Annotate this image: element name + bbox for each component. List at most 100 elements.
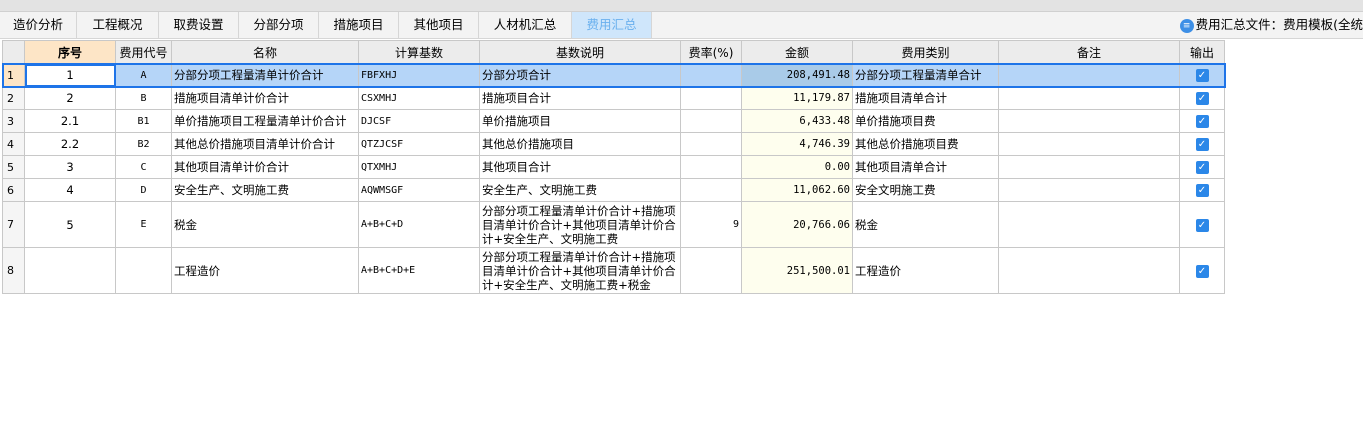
fee-code-cell[interactable]: C [115,155,172,179]
tab-measures[interactable]: 措施项目 [319,12,399,38]
calc-base-header[interactable]: 计算基数 [358,40,480,64]
fee-code-cell[interactable]: D [115,178,172,202]
tab-other-items[interactable]: 其他项目 [399,12,479,38]
table-row[interactable]: 7 5 E 税金 A+B+C+D 分部分项工程量清单计价合计+措施项目清单计价合计+其他项… [2,201,1225,248]
calc-base-cell[interactable]: DJCSF [358,109,480,133]
table-row[interactable]: 4 2.2 B2 其他总价措施项目清单计价合计 QTZJCSF 其他总价措施项目 4,746… [2,132,1225,156]
rate-cell[interactable] [680,155,742,179]
fee-code-cell[interactable]: A [115,63,172,87]
name-cell[interactable]: 安全生产、文明施工费 [171,178,359,202]
fee-code-cell[interactable]: B [115,86,172,110]
name-cell[interactable]: 其他总价措施项目清单计价合计 [171,132,359,156]
seq-cell[interactable]: 2.2 [24,132,116,156]
fee-category-cell[interactable]: 安全文明施工费 [852,178,999,202]
name-cell[interactable]: 措施项目清单计价合计 [171,86,359,110]
table-row[interactable]: 3 2.1 B1 单价措施项目工程量清单计价合计 DJCSF 单价措施项目 6,433.48… [2,109,1225,133]
output-cell[interactable]: ✓ [1179,109,1225,133]
note-cell[interactable] [998,247,1180,294]
tab-cost-analysis[interactable]: 造价分析 [0,12,77,38]
rate-cell[interactable] [680,132,742,156]
rate-cell[interactable]: 9 [680,201,742,248]
note-cell[interactable] [998,109,1180,133]
seq-cell[interactable]: 5 [24,201,116,248]
seq-cell[interactable]: 1 [24,63,116,87]
name-cell[interactable]: 分部分项工程量清单计价合计 [171,63,359,87]
fee-code-header[interactable]: 费用代号 [115,40,172,64]
rate-header[interactable]: 费率(%) [680,40,742,64]
output-checkbox[interactable]: ✓ [1195,218,1209,232]
base-desc-cell[interactable]: 其他项目合计 [479,155,681,179]
note-cell[interactable] [998,155,1180,179]
note-cell[interactable] [998,178,1180,202]
fee-category-cell[interactable]: 税金 [852,201,999,248]
rate-cell[interactable] [680,86,742,110]
base-desc-cell[interactable]: 措施项目合计 [479,86,681,110]
tab-sub-items[interactable]: 分部分项 [239,12,319,38]
output-cell[interactable]: ✓ [1179,201,1225,248]
row-number[interactable]: 1 [2,63,25,87]
fee-category-cell[interactable]: 工程造价 [852,247,999,294]
table-row[interactable]: 2 2 B 措施项目清单计价合计 CSXMHJ 措施项目合计 11,179.87 措施项目清单… [2,86,1225,110]
tab-fee-settings[interactable]: 取费设置 [159,12,239,38]
seq-cell[interactable] [24,247,116,294]
row-number[interactable]: 6 [2,178,25,202]
rate-cell[interactable] [680,247,742,294]
amount-cell[interactable]: 208,491.48 [741,63,853,87]
calc-base-cell[interactable]: FBFXHJ [358,63,480,87]
name-cell[interactable]: 税金 [171,201,359,248]
output-header[interactable]: 输出 [1179,40,1225,64]
note-cell[interactable] [998,132,1180,156]
row-number[interactable]: 7 [2,201,25,248]
amount-header[interactable]: 金额 [741,40,853,64]
calc-base-cell[interactable]: AQWMSGF [358,178,480,202]
table-row[interactable]: 8 工程造价 A+B+C+D+E 分部分项工程量清单计价合计+措施项目清单计价合计+其… [2,247,1225,294]
fee-summary-file[interactable]: ≡ 费用汇总文件：费用模板(全统 [1179,12,1363,38]
amount-cell[interactable]: 11,179.87 [741,86,853,110]
seq-cell[interactable]: 2 [24,86,116,110]
output-checkbox[interactable]: ✓ [1195,92,1209,105]
row-number[interactable]: 4 [2,132,25,156]
base-desc-cell[interactable]: 分部分项工程量清单计价合计+措施项目清单计价合计+其他项目清单计价合计+安全生产… [479,201,681,248]
table-row[interactable]: 1 1 A 分部分项工程量清单计价合计 FBFXHJ 分部分项合计 208,491.48 分部… [1,62,1226,88]
calc-base-cell[interactable]: A+B+C+D [358,201,480,248]
fee-category-header[interactable]: 费用类别 [852,40,999,64]
fee-category-cell[interactable]: 分部分项工程量清单合计 [852,63,999,87]
output-checkbox[interactable]: ✓ [1195,264,1209,278]
output-cell[interactable]: ✓ [1179,132,1225,156]
fee-code-cell[interactable]: B2 [115,132,172,156]
fee-code-cell[interactable]: B1 [115,109,172,133]
fee-code-cell[interactable] [115,247,172,294]
note-cell[interactable] [998,63,1180,87]
tab-labor-material-summary[interactable]: 人材机汇总 [479,12,572,38]
rate-cell[interactable] [680,109,742,133]
base-desc-cell[interactable]: 分部分项工程量清单计价合计+措施项目清单计价合计+其他项目清单计价合计+安全生产… [479,247,681,294]
note-cell[interactable] [998,86,1180,110]
seq-cell[interactable]: 2.1 [24,109,116,133]
amount-cell[interactable]: 11,062.60 [741,178,853,202]
output-checkbox[interactable]: ✓ [1195,115,1209,128]
amount-cell[interactable]: 251,500.01 [741,247,853,294]
output-checkbox[interactable]: ✓ [1195,161,1209,174]
base-desc-header[interactable]: 基数说明 [479,40,681,64]
note-header[interactable]: 备注 [998,40,1180,64]
output-cell[interactable]: ✓ [1179,63,1225,87]
fee-code-cell[interactable]: E [115,201,172,248]
amount-cell[interactable]: 6,433.48 [741,109,853,133]
base-desc-cell[interactable]: 安全生产、文明施工费 [479,178,681,202]
table-row[interactable]: 6 4 D 安全生产、文明施工费 AQWMSGF 安全生产、文明施工费 11,062.60 安… [2,178,1225,202]
amount-cell[interactable]: 0.00 [741,155,853,179]
name-cell[interactable]: 其他项目清单计价合计 [171,155,359,179]
calc-base-cell[interactable]: QTXMHJ [358,155,480,179]
output-cell[interactable]: ✓ [1179,178,1225,202]
output-cell[interactable]: ✓ [1179,86,1225,110]
note-cell[interactable] [998,201,1180,248]
row-number[interactable]: 5 [2,155,25,179]
table-row[interactable]: 5 3 C 其他项目清单计价合计 QTXMHJ 其他项目合计 0.00 其他项目清单合计 ✓ [2,155,1225,179]
amount-cell[interactable]: 20,766.06 [741,201,853,248]
row-number-header[interactable] [2,40,25,64]
rate-cell[interactable] [680,63,742,87]
base-desc-cell[interactable]: 单价措施项目 [479,109,681,133]
amount-cell[interactable]: 4,746.39 [741,132,853,156]
output-checkbox[interactable]: ✓ [1195,69,1209,82]
row-number[interactable]: 3 [2,109,25,133]
